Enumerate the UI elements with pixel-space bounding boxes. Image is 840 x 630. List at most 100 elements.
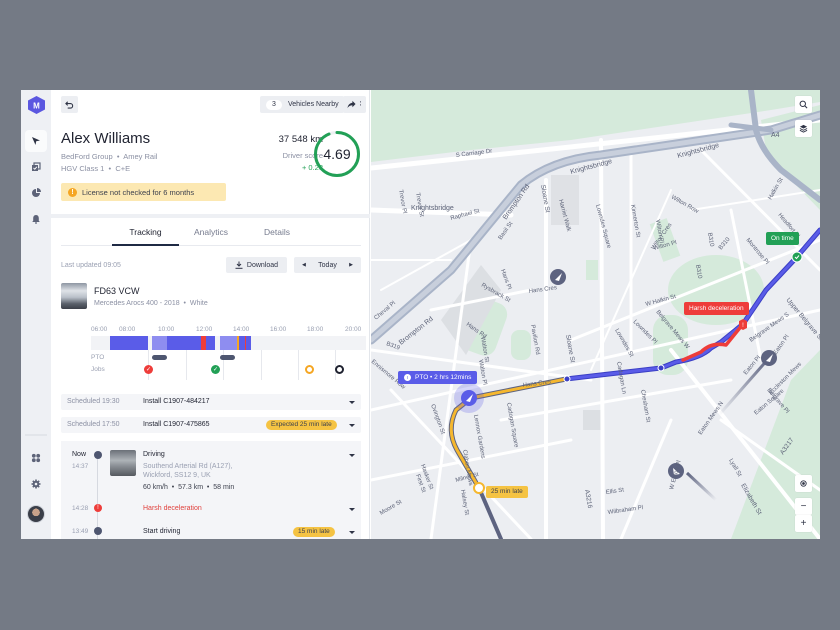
park-area [586, 260, 598, 280]
back-button[interactable] [61, 96, 78, 113]
download-icon [235, 261, 243, 269]
next-day-icon[interactable]: ▶ [349, 262, 353, 268]
job-scheduled-icon[interactable] [335, 365, 344, 374]
scheduled-time: Scheduled 17:50 [67, 421, 120, 428]
bell-icon [32, 215, 40, 224]
chevron-down-icon[interactable] [349, 424, 355, 427]
map-zoom-in-button[interactable]: + [795, 515, 812, 532]
timeline-gridline [261, 350, 262, 380]
timeline-hour: 06:00 [91, 326, 108, 333]
job-done-icon[interactable]: ✓ [211, 365, 220, 374]
map-layers-button[interactable] [795, 120, 812, 137]
download-label: Download [246, 261, 279, 269]
scheduled-title: Install C1907-475865 [143, 421, 210, 428]
harsh-deceleration-pin[interactable]: ! [739, 319, 747, 330]
driver-company: BedFord Group [61, 152, 113, 161]
share-button[interactable] [343, 96, 360, 113]
driving-event-icon [94, 527, 102, 535]
license-class: HGV Class 1 [61, 164, 105, 173]
map-locate-button[interactable] [795, 475, 812, 492]
harsh-deceleration-callout[interactable]: Harsh deceleration [684, 302, 749, 315]
on-time-pin[interactable] [791, 251, 803, 263]
tab-analytics[interactable]: Analytics [179, 227, 243, 237]
late-badge: 15 min late [293, 527, 335, 537]
current-vehicle-marker[interactable] [454, 383, 484, 413]
vehicle-model: Mercedes Arocs 400 - 2018 • White [94, 300, 208, 307]
event-photo[interactable] [110, 450, 136, 476]
vehicles-nearby-count: 3 [266, 99, 282, 110]
event-feed: Now 14:37 Driving Southend Arterial Rd (… [61, 441, 361, 539]
chevron-down-icon[interactable] [349, 508, 355, 511]
timeline-gridline [186, 350, 187, 380]
route-waypoint[interactable] [563, 375, 571, 383]
vehicle-color: White [189, 300, 208, 307]
event-speed: 60 km/h [143, 484, 168, 491]
route-waypoint[interactable] [657, 364, 665, 372]
svg-text:A4: A4 [771, 132, 780, 139]
chevron-down-icon[interactable] [349, 401, 355, 404]
scheduled-time: Scheduled 19:30 [67, 398, 120, 405]
timeline-gridline [298, 350, 299, 380]
job-pending-icon[interactable] [305, 365, 314, 374]
driver-org: BedFord Group • Amey Rail [61, 152, 158, 161]
event-address: Southend Arterial Rd (A127), [143, 463, 233, 470]
timeline-hour: 12:00 [196, 326, 213, 333]
tab-tracking[interactable]: Tracking [112, 227, 179, 237]
driver-header: 3 Vehicles Nearby Alex Williams BedFord … [51, 90, 370, 215]
date-selector: ◀ Today ▶ [294, 257, 361, 273]
map-canvas: ! S Carriage Dr Knightsbridge Knightsbri… [371, 90, 820, 539]
logo-icon[interactable]: M [28, 96, 45, 114]
driver-score-value: 4.69 [323, 146, 351, 162]
late-callout[interactable]: 25 min late [486, 486, 528, 498]
scheduled-title: Install C1907-484217 [143, 398, 210, 405]
chevron-down-icon[interactable] [349, 454, 355, 457]
sidebar-item-settings[interactable] [25, 473, 47, 495]
gear-icon [31, 479, 41, 489]
chevron-down-icon[interactable] [349, 531, 355, 534]
driver-license: HGV Class 1 • C+E [61, 164, 131, 173]
user-avatar[interactable] [27, 505, 45, 523]
last-updated: Last updated 09:05 [61, 262, 121, 269]
event-when: Now [72, 451, 87, 458]
sidebar-item-analytics[interactable] [25, 182, 47, 204]
nearby-vehicle-marker[interactable] [550, 269, 566, 285]
pto-callout-text: PTO • 2 hrs 12mins [415, 374, 472, 381]
date-label: Today [318, 261, 337, 269]
event-duration: 58 min [213, 484, 235, 491]
late-badge: Expected 25 min late [266, 420, 337, 430]
timeline-driving-segment [246, 336, 251, 350]
scheduled-job-row[interactable]: Scheduled 19:30 Install C1907-484217 [61, 394, 361, 410]
map-search-button[interactable] [795, 96, 812, 113]
job-pending-pin[interactable] [473, 482, 485, 494]
tab-details[interactable]: Details [243, 227, 311, 237]
timeline-hour: 08:00 [119, 326, 136, 333]
pto-icon: ı [404, 374, 411, 381]
sidebar-divider [25, 434, 47, 436]
map-zoom-out-button[interactable]: − [795, 498, 812, 515]
vehicle-thumbnail [61, 283, 87, 309]
warning-icon: ! [68, 187, 77, 197]
on-time-callout[interactable]: On time [766, 232, 799, 245]
sidebar: M [21, 90, 51, 539]
download-button[interactable]: Download [226, 257, 287, 273]
event-address: Wickford, SS12 9, UK [143, 472, 211, 479]
event-title: Harsh deceleration [143, 505, 202, 512]
vehicles-nearby-button[interactable]: 3 Vehicles Nearby [260, 96, 344, 113]
sidebar-item-vehicles[interactable] [25, 156, 47, 178]
undo-icon [65, 101, 74, 109]
map-view[interactable]: ! S Carriage Dr Knightsbridge Knightsbri… [371, 90, 820, 539]
sidebar-item-notifications[interactable] [25, 208, 47, 230]
license-category: C+E [115, 164, 131, 173]
event-time: 13:49 [72, 528, 89, 535]
pto-callout[interactable]: ı PTO • 2 hrs 12mins [398, 371, 478, 384]
event-title: Driving [143, 451, 165, 458]
job-late-icon[interactable]: ✓ [144, 365, 153, 374]
scheduled-job-row[interactable]: Scheduled 17:50 Install C1907-475865 Exp… [61, 417, 361, 433]
prev-day-icon[interactable]: ◀ [302, 262, 306, 268]
sidebar-item-tracking[interactable] [25, 130, 47, 152]
event-distance: 57.3 km [178, 484, 204, 491]
sidebar-item-apps[interactable] [25, 447, 47, 469]
timeline-idle-segment [220, 336, 237, 350]
vehicle-model-name: Mercedes Arocs 400 - 2018 [94, 300, 180, 307]
navigation-arrow-icon [32, 137, 40, 145]
